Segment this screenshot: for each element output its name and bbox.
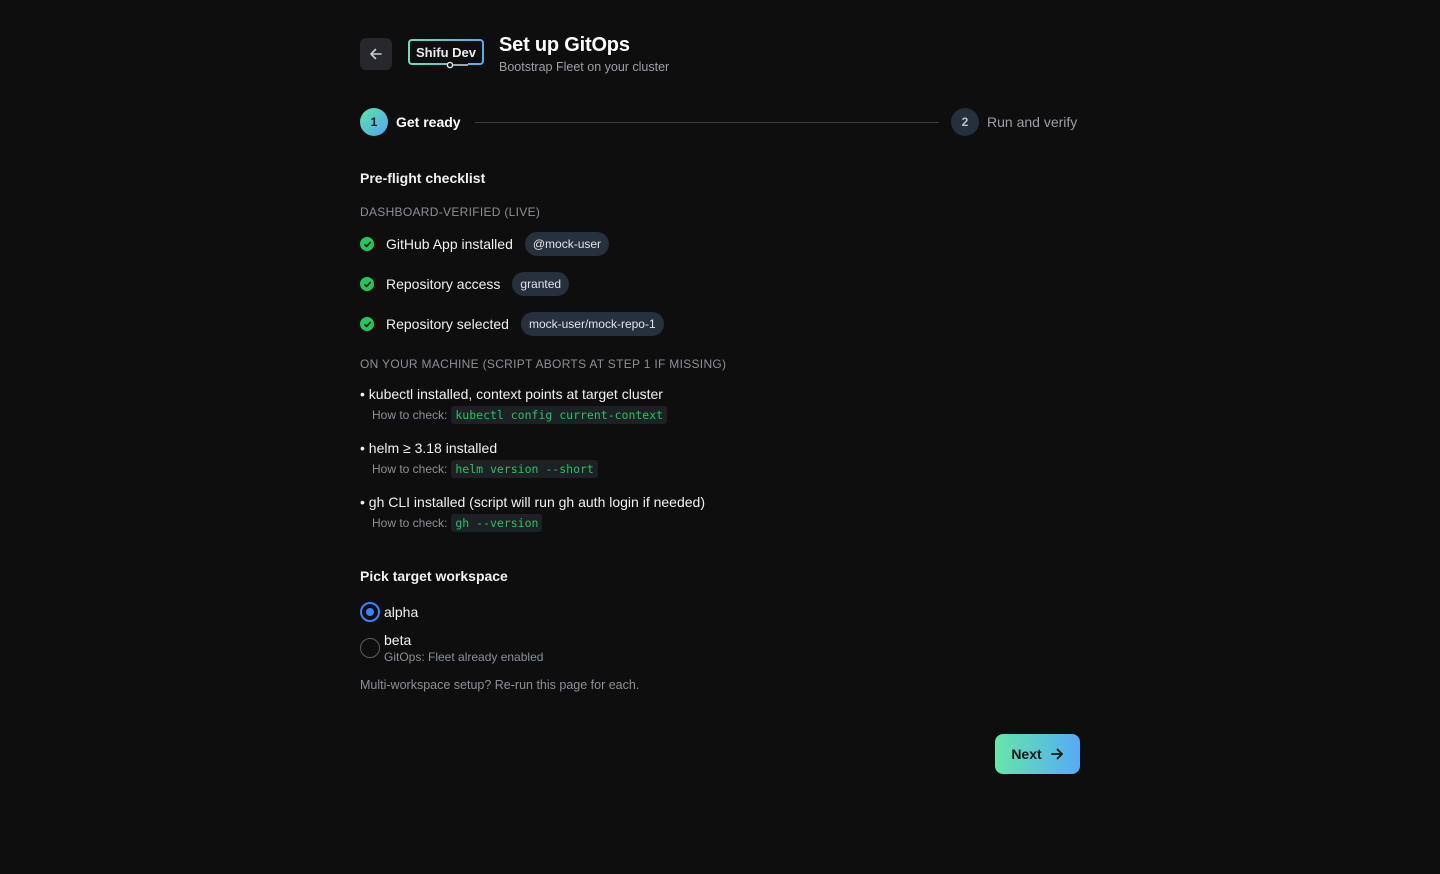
next-button[interactable]: Next [995, 734, 1080, 774]
status-badge: granted [512, 272, 570, 296]
svg-text:Shifu Dev: Shifu Dev [416, 45, 477, 60]
step-1-label: Get ready [396, 114, 461, 130]
requirement-title: • helm ≥ 3.18 installed [360, 440, 498, 456]
shifu-dev-logo: Shifu Dev [408, 39, 484, 69]
requirement-gh: • gh CLI installed (script will run gh a… [360, 494, 705, 532]
workspace-option-note: GitOps: Fleet already enabled [384, 650, 544, 664]
how-to-check-label: How to check: [372, 462, 448, 476]
step-1-indicator: 1 [360, 108, 388, 136]
next-button-label: Next [1011, 746, 1042, 762]
check-circle-icon [360, 317, 374, 331]
how-to-check-label: How to check: [372, 408, 448, 422]
check-item-repo-selected: Repository selected mock-user/mock-repo-… [360, 312, 664, 336]
command-snippet: gh --version [451, 514, 543, 532]
page-subtitle: Bootstrap Fleet on your cluster [499, 60, 670, 74]
check-item-label: GitHub App installed [386, 236, 513, 252]
step-2-indicator: 2 [951, 108, 979, 136]
page-title: Set up GitOps [499, 34, 630, 56]
workspace-title: Pick target workspace [360, 568, 508, 584]
requirement-kubectl: • kubectl installed, context points at t… [360, 386, 668, 424]
radio-button-selected[interactable] [360, 602, 380, 622]
check-circle-icon [360, 237, 374, 251]
check-item-label: Repository selected [386, 316, 509, 332]
how-to-check: How to check: helm version --short [372, 460, 598, 478]
check-item-label: Repository access [386, 276, 501, 292]
how-to-check: How to check: gh --version [372, 514, 705, 532]
check-item-github-app: GitHub App installed @mock-user [360, 232, 610, 256]
checklist-title: Pre-flight checklist [360, 170, 486, 186]
status-badge: @mock-user [524, 232, 610, 256]
requirement-helm: • helm ≥ 3.18 installed How to check: he… [360, 440, 598, 478]
requirement-title: • kubectl installed, context points at t… [360, 386, 663, 402]
how-to-check: How to check: kubectl config current-con… [372, 406, 668, 424]
command-snippet: kubectl config current-context [451, 406, 668, 424]
workspace-option-label: alpha [384, 604, 419, 620]
stepper-connector [475, 122, 939, 123]
workspace-option-beta[interactable]: beta GitOps: Fleet already enabled [360, 631, 543, 664]
status-badge: mock-user/mock-repo-1 [520, 312, 664, 336]
requirement-title: • gh CLI installed (script will run gh a… [360, 494, 705, 510]
command-snippet: helm version --short [451, 460, 598, 478]
back-button[interactable] [360, 38, 392, 70]
how-to-check-label: How to check: [372, 516, 448, 530]
arrow-right-icon [1050, 748, 1063, 760]
machine-heading: ON YOUR MACHINE (SCRIPT ABORTS AT STEP 1… [360, 357, 727, 371]
radio-button[interactable] [360, 638, 380, 658]
workspace-option-label: beta [384, 632, 412, 648]
check-circle-icon [360, 277, 374, 291]
workspace-option-alpha[interactable]: alpha [360, 602, 418, 622]
arrow-left-icon [370, 48, 382, 60]
multi-workspace-note: Multi-workspace setup? Re-run this page … [360, 678, 640, 692]
dashboard-verified-heading: DASHBOARD-VERIFIED (LIVE) [360, 205, 541, 219]
check-item-repo-access: Repository access granted [360, 272, 570, 296]
setup-page: Shifu Dev Set up GitOps Bootstrap Fleet … [360, 0, 1080, 874]
step-2-label: Run and verify [987, 114, 1078, 130]
